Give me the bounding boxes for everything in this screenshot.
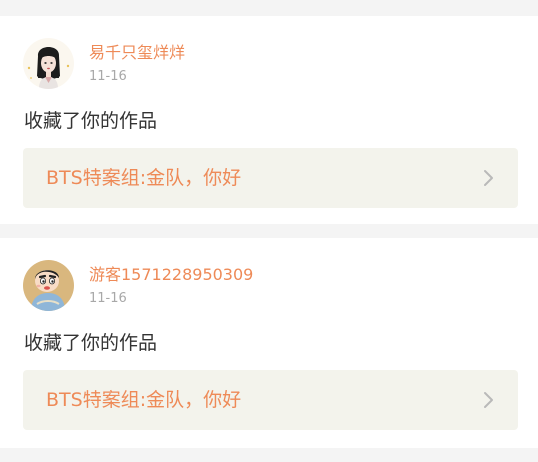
timestamp: 11-16 <box>89 69 127 84</box>
timestamp: 11-16 <box>89 291 127 306</box>
notification-feed: 易千只玺烊烊 11-16 收藏了你的作品 BTS特案组:金队，你好 游客1571… <box>0 0 538 462</box>
work-title: BTS特案组:金队，你好 <box>46 389 242 411</box>
work-link-card[interactable]: BTS特案组:金队，你好 <box>23 370 518 430</box>
action-text: 收藏了你的作品 <box>24 332 158 354</box>
chevron-right-icon <box>484 170 493 186</box>
girl-portrait-avatar-icon <box>23 38 74 89</box>
chevron-right-icon <box>484 392 493 408</box>
username-link[interactable]: 游客1571228950309 <box>89 265 253 285</box>
user-avatar[interactable] <box>23 260 74 311</box>
work-title: BTS特案组:金队，你好 <box>46 167 242 189</box>
cartoon-boy-avatar-icon <box>23 260 74 311</box>
username-link[interactable]: 易千只玺烊烊 <box>89 43 185 63</box>
notification-card: 游客1571228950309 11-16 收藏了你的作品 BTS特案组:金队，… <box>0 238 538 448</box>
notification-card: 易千只玺烊烊 11-16 收藏了你的作品 BTS特案组:金队，你好 <box>0 16 538 224</box>
work-link-card[interactable]: BTS特案组:金队，你好 <box>23 148 518 208</box>
user-avatar[interactable] <box>23 38 74 89</box>
action-text: 收藏了你的作品 <box>24 110 158 132</box>
